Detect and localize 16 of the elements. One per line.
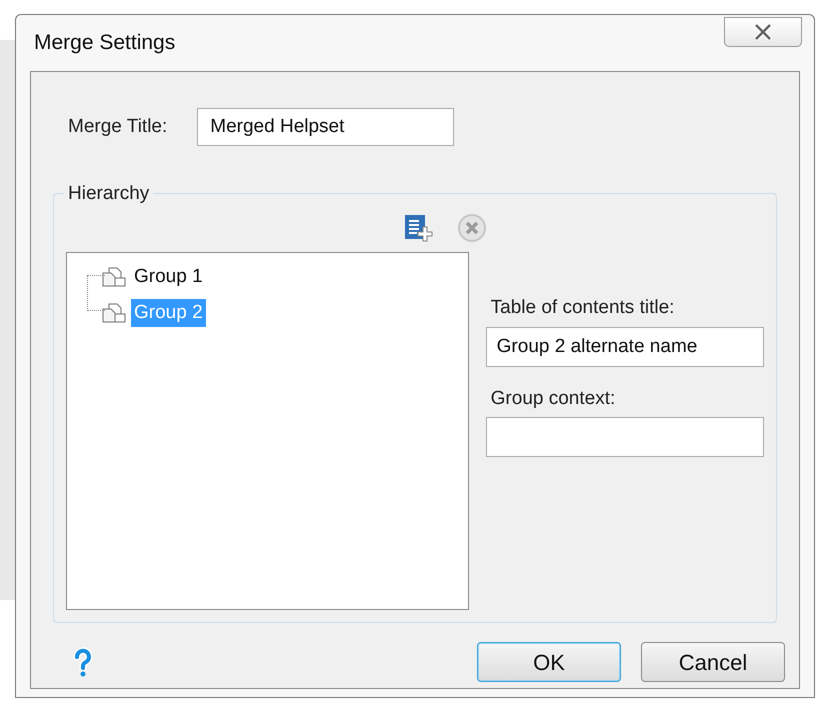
group-context-field[interactable] — [486, 417, 764, 457]
documents-icon — [101, 302, 127, 324]
tree-item[interactable]: Group 1 — [131, 262, 206, 292]
remove-icon[interactable] — [457, 213, 487, 243]
documents-icon — [101, 266, 127, 288]
merge-title-label: Merge Title: — [68, 114, 168, 139]
add-document-icon[interactable] — [403, 213, 433, 243]
window-title: Merge Settings — [34, 30, 176, 56]
toc-title-field[interactable]: Group 2 alternate name — [486, 326, 764, 366]
close-icon — [752, 23, 774, 41]
group-context-label: Group context: — [490, 386, 616, 410]
ok-button[interactable]: OK — [477, 642, 621, 682]
toc-title-label: Table of contents title: — [490, 296, 676, 320]
close-button[interactable] — [724, 17, 802, 47]
merge-title-field[interactable]: Merged Helpset — [197, 108, 454, 146]
cancel-button[interactable]: Cancel — [641, 642, 785, 682]
